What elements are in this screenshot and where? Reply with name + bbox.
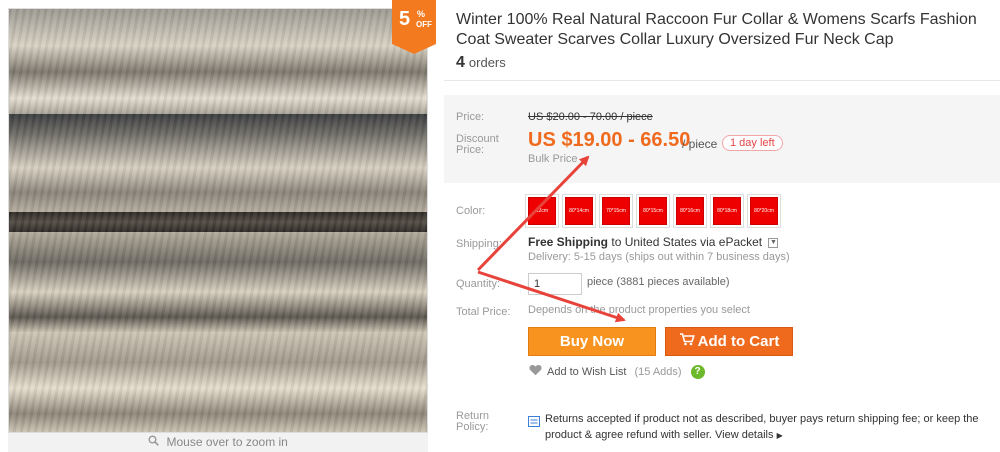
color-swatch[interactable]: 12cm bbox=[525, 194, 559, 228]
view-details-link[interactable]: View details bbox=[715, 429, 774, 441]
shipping-info: Free Shipping to United States via ePack… bbox=[528, 235, 779, 249]
color-label: Color: bbox=[456, 205, 486, 217]
shipping-to: to bbox=[611, 235, 622, 249]
heart-icon bbox=[529, 364, 542, 379]
zoom-hint-label: Mouse over to zoom in bbox=[166, 435, 288, 449]
total-price-note: Depends on the product properties you se… bbox=[528, 304, 750, 316]
per-piece-unit: / piece bbox=[682, 137, 718, 151]
return-policy-icon bbox=[528, 414, 540, 432]
color-swatch[interactable]: 80*15cm bbox=[636, 194, 670, 228]
shipping-label: Shipping: bbox=[456, 238, 502, 250]
return-policy-label-2: Policy: bbox=[456, 421, 489, 433]
product-title: Winter 100% Real Natural Raccoon Fur Col… bbox=[456, 11, 977, 48]
quantity-input[interactable] bbox=[528, 273, 582, 295]
color-swatch[interactable]: 70*15cm bbox=[599, 194, 633, 228]
original-price: US $20.00 - 70.00 / piece bbox=[528, 111, 653, 123]
return-policy-text: Returns accepted if product not as descr… bbox=[545, 411, 995, 444]
discount-badge-off: OFF bbox=[416, 20, 432, 29]
buy-now-button[interactable]: Buy Now bbox=[528, 327, 656, 356]
color-swatch[interactable]: 80*18cm bbox=[710, 194, 744, 228]
chevron-down-icon[interactable]: ▼ bbox=[768, 237, 779, 248]
orders-label: orders bbox=[468, 55, 506, 70]
quantity-label: Quantity: bbox=[456, 278, 501, 290]
free-shipping-text: Free Shipping bbox=[528, 235, 609, 249]
discount-badge: 5 % OFF bbox=[392, 0, 436, 54]
orders-number: 4 bbox=[456, 54, 465, 71]
cart-icon bbox=[679, 333, 695, 350]
discount-badge-number: 5 bbox=[399, 8, 411, 30]
price-label: Price: bbox=[456, 111, 485, 123]
color-swatch[interactable]: 80*20cm bbox=[747, 194, 781, 228]
total-price-label: Total Price: bbox=[456, 306, 511, 318]
shipping-destination[interactable]: United States via ePacket bbox=[625, 235, 762, 249]
bulk-price-link[interactable]: Bulk Price bbox=[528, 153, 578, 165]
color-swatches: 12cm 80*14cm 70*15cm 80*15cm 80*16cm 80*18cm 8… bbox=[525, 194, 781, 228]
color-swatch[interactable]: 80*16cm bbox=[673, 194, 707, 228]
quantity-available: piece (3881 pieces available) bbox=[587, 276, 730, 288]
wish-list[interactable]: Add to Wish List (15 Adds) ? bbox=[529, 364, 705, 379]
color-swatch[interactable]: 80*14cm bbox=[562, 194, 596, 228]
discount-price: US $19.00 - 66.50 bbox=[528, 129, 691, 151]
wish-list-label[interactable]: Add to Wish List bbox=[547, 366, 626, 378]
fur-texture bbox=[9, 9, 427, 432]
time-left-badge: 1 day left bbox=[722, 135, 783, 151]
help-icon[interactable]: ? bbox=[690, 364, 705, 379]
discount-price-label-2: Price: bbox=[456, 144, 485, 156]
add-to-cart-button[interactable]: Add to Cart bbox=[665, 327, 793, 356]
chevron-right-icon[interactable]: ▶ bbox=[777, 431, 783, 440]
wish-list-count: (15 Adds) bbox=[634, 365, 682, 378]
delivery-time: Delivery: 5-15 days (ships out within 7 … bbox=[528, 251, 790, 263]
orders-count: 4 orders bbox=[456, 54, 506, 72]
add-to-cart-label: Add to Cart bbox=[697, 333, 780, 350]
magnifier-icon bbox=[148, 433, 159, 452]
zoom-hint: Mouse over to zoom in bbox=[8, 433, 428, 452]
divider bbox=[444, 80, 1000, 81]
discount-badge-percent: % bbox=[417, 9, 426, 19]
product-image[interactable] bbox=[8, 8, 428, 433]
